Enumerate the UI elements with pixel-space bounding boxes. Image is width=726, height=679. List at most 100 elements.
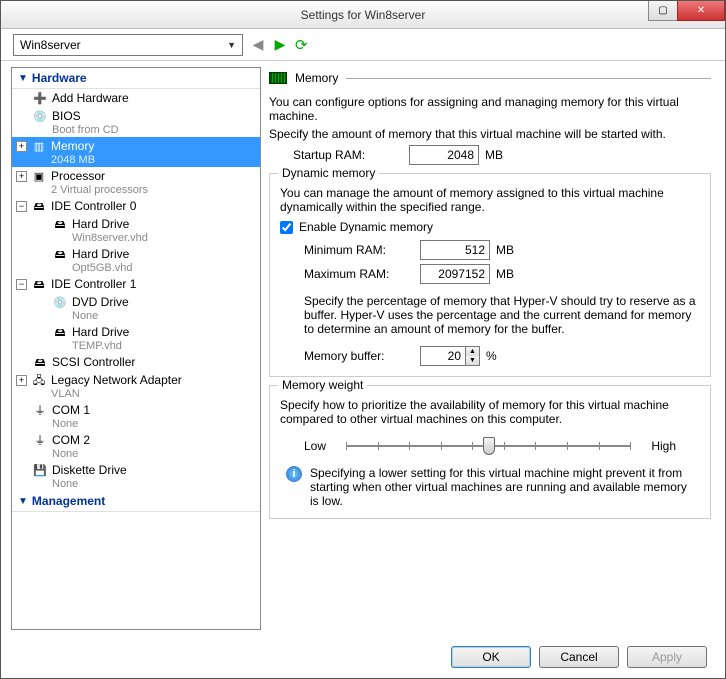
cancel-button[interactable]: Cancel: [539, 646, 619, 668]
weight-slider[interactable]: [346, 436, 631, 456]
chevron-down-icon: ▼: [227, 40, 236, 50]
unit-mb: MB: [496, 267, 514, 281]
startup-ram-label: Startup RAM:: [293, 148, 403, 162]
expand-icon[interactable]: +: [16, 141, 27, 152]
tree-hd1[interactable]: 🖴 Hard DriveWin8server.vhd: [12, 215, 260, 245]
info-icon: i: [286, 466, 302, 482]
toolbar: Win8server ▼ ◀ ▶ ⟳: [1, 29, 725, 61]
diskette-icon: 💾: [32, 463, 48, 479]
tree-hd2[interactable]: 🖴 Hard DriveOpt5GB.vhd: [12, 245, 260, 275]
window-title: Settings for Win8server: [1, 8, 725, 22]
tree-network[interactable]: + 🖧 Legacy Network AdapterVLAN: [12, 371, 260, 401]
min-ram-input[interactable]: [420, 240, 490, 260]
serial-icon: ⏚: [32, 403, 48, 419]
settings-tree: ▼Hardware ➕ Add Hardware 💿 BIOSBoot from…: [11, 67, 261, 630]
collapse-icon: ▼: [18, 496, 28, 507]
close-button[interactable]: ✕: [677, 1, 725, 21]
expand-icon[interactable]: +: [16, 375, 27, 386]
tree-scsi[interactable]: 🖴 SCSI Controller: [12, 353, 260, 371]
dynamic-memory-legend: Dynamic memory: [278, 166, 379, 180]
unit-mb: MB: [496, 243, 514, 257]
dynamic-memory-group: Dynamic memory You can manage the amount…: [269, 173, 711, 377]
min-ram-row: Minimum RAM: MB: [304, 240, 700, 260]
management-section[interactable]: ▼Management: [12, 491, 260, 512]
expand-icon[interactable]: −: [16, 279, 27, 290]
tree-diskette[interactable]: 💾 Diskette DriveNone: [12, 461, 260, 491]
panel-title: Memory: [295, 71, 338, 85]
intro-text: You can configure options for assigning …: [269, 95, 711, 123]
weight-slider-row: Low High: [304, 436, 676, 456]
bios-icon: 💿: [32, 109, 48, 125]
info-text: Specifying a lower setting for this virt…: [310, 466, 694, 508]
startup-ram-input[interactable]: [409, 145, 479, 165]
harddrive-icon: 🖴: [52, 217, 68, 233]
refresh-icon[interactable]: ⟳: [295, 36, 308, 54]
expand-icon[interactable]: +: [16, 171, 27, 182]
max-ram-input[interactable]: [420, 264, 490, 284]
min-ram-label: Minimum RAM:: [304, 243, 414, 257]
dvd-icon: 💿: [52, 295, 68, 311]
slider-low-label: Low: [304, 439, 326, 453]
ok-button[interactable]: OK: [451, 646, 531, 668]
weight-legend: Memory weight: [278, 378, 367, 392]
enable-dynamic-label: Enable Dynamic memory: [299, 220, 433, 234]
tree-ide1[interactable]: − 🖴 IDE Controller 1: [12, 275, 260, 293]
enable-dynamic-checkbox[interactable]: [280, 221, 293, 234]
controller-icon: 🖴: [31, 277, 47, 293]
serial-icon: ⏚: [32, 433, 48, 449]
scsi-icon: 🖴: [32, 355, 48, 371]
info-row: i Specifying a lower setting for this vi…: [286, 466, 694, 508]
buffer-label: Memory buffer:: [304, 349, 414, 363]
tree-bios[interactable]: 💿 BIOSBoot from CD: [12, 107, 260, 137]
tree-add-hardware[interactable]: ➕ Add Hardware: [12, 89, 260, 107]
slider-thumb[interactable]: [483, 437, 495, 455]
unit-pct: %: [486, 349, 497, 363]
vm-selector-text: Win8server: [20, 38, 81, 52]
tree-processor[interactable]: + ▣ Processor2 Virtual processors: [12, 167, 260, 197]
harddrive-icon: 🖴: [52, 325, 68, 341]
harddrive-icon: 🖴: [52, 247, 68, 263]
window-controls: ▢ ✕: [649, 1, 725, 21]
spinner-up-icon[interactable]: ▲: [466, 347, 479, 356]
nav-back-icon[interactable]: ◀: [251, 36, 265, 53]
settings-panel: Memory You can configure options for ass…: [261, 61, 725, 636]
tree-dvd[interactable]: 💿 DVD DriveNone: [12, 293, 260, 323]
network-icon: 🖧: [31, 373, 47, 389]
buffer-input[interactable]: [421, 347, 465, 365]
memory-weight-group: Memory weight Specify how to prioritize …: [269, 385, 711, 519]
slider-high-label: High: [651, 439, 676, 453]
dialog-buttons: OK Cancel Apply: [1, 636, 725, 678]
collapse-icon: ▼: [18, 73, 28, 84]
processor-icon: ▣: [31, 169, 47, 185]
apply-button[interactable]: Apply: [627, 646, 707, 668]
divider: [346, 78, 711, 79]
unit-mb: MB: [485, 148, 503, 162]
tree-com1[interactable]: ⏚ COM 1None: [12, 401, 260, 431]
controller-icon: 🖴: [31, 199, 47, 215]
startup-ram-row: Startup RAM: MB: [293, 145, 711, 165]
specify-text: Specify the amount of memory that this v…: [269, 127, 711, 141]
hardware-section[interactable]: ▼Hardware: [12, 68, 260, 89]
max-ram-row: Maximum RAM: MB: [304, 264, 700, 284]
titlebar: Settings for Win8server ▢ ✕: [1, 1, 725, 29]
tree-memory[interactable]: + ▥ Memory2048 MB: [12, 137, 260, 167]
weight-desc: Specify how to prioritize the availabili…: [280, 398, 700, 426]
maximize-button[interactable]: ▢: [648, 1, 678, 21]
nav-forward-icon[interactable]: ▶: [273, 36, 287, 53]
tree-com2[interactable]: ⏚ COM 2None: [12, 431, 260, 461]
vm-selector[interactable]: Win8server ▼: [13, 34, 243, 56]
max-ram-label: Maximum RAM:: [304, 267, 414, 281]
expand-icon[interactable]: −: [16, 201, 27, 212]
tree-ide0[interactable]: − 🖴 IDE Controller 0: [12, 197, 260, 215]
buffer-spinner[interactable]: ▲▼: [420, 346, 480, 366]
memory-icon: [269, 72, 287, 84]
panel-header: Memory: [269, 71, 711, 85]
dynamic-desc: You can manage the amount of memory assi…: [280, 186, 700, 214]
add-hardware-icon: ➕: [32, 91, 48, 107]
spinner-down-icon[interactable]: ▼: [466, 356, 479, 365]
main-area: ▼Hardware ➕ Add Hardware 💿 BIOSBoot from…: [1, 61, 725, 636]
buffer-desc: Specify the percentage of memory that Hy…: [304, 294, 700, 336]
tree-hd3[interactable]: 🖴 Hard DriveTEMP.vhd: [12, 323, 260, 353]
memory-icon: ▥: [31, 139, 47, 155]
buffer-row: Memory buffer: ▲▼ %: [304, 346, 700, 366]
